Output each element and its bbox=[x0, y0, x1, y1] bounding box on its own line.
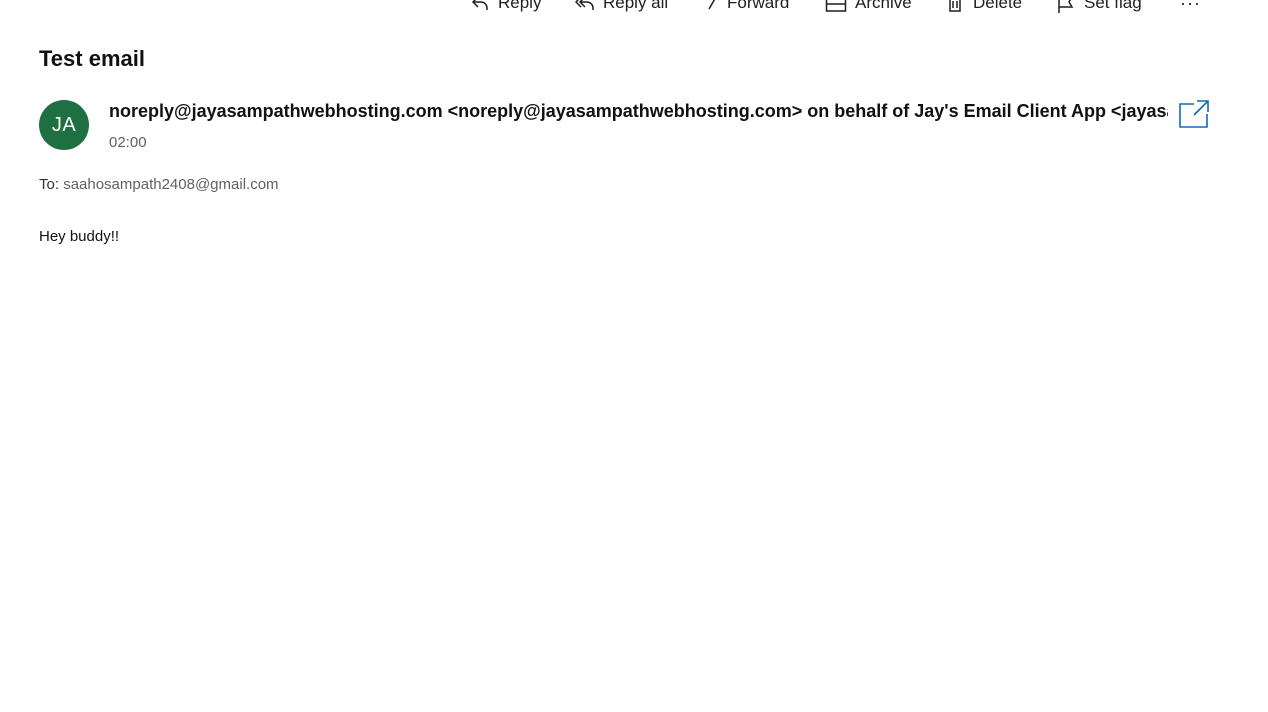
message-toolbar: Reply Reply all Forward Archive Delete S… bbox=[0, 0, 1268, 15]
more-actions-button[interactable]: ··· bbox=[1180, 0, 1201, 15]
delete-label: Delete bbox=[973, 0, 1023, 12]
to-label: To: bbox=[39, 176, 60, 193]
forward-button[interactable]: Forward bbox=[705, 0, 789, 15]
sender-avatar: JA bbox=[39, 100, 89, 150]
reply-all-icon bbox=[575, 0, 595, 13]
set-flag-label: Set flag bbox=[1084, 0, 1142, 12]
delete-button[interactable]: Delete bbox=[945, 0, 1022, 15]
reply-icon bbox=[470, 0, 490, 13]
open-in-new-window-button[interactable] bbox=[1178, 99, 1210, 129]
archive-icon bbox=[825, 0, 847, 13]
reply-label: Reply bbox=[498, 0, 542, 12]
trash-icon bbox=[945, 0, 965, 13]
reply-all-label: Reply all bbox=[603, 0, 669, 12]
reply-button[interactable]: Reply bbox=[470, 0, 541, 15]
avatar-initials: JA bbox=[51, 113, 77, 136]
set-flag-button[interactable]: Set flag bbox=[1056, 0, 1142, 15]
forward-label: Forward bbox=[727, 0, 790, 12]
recipients-line: To: saahosampath2408@gmail.com bbox=[39, 176, 279, 193]
more-icon: ··· bbox=[1180, 0, 1201, 13]
forward-icon bbox=[705, 0, 719, 13]
reply-all-button[interactable]: Reply all bbox=[575, 0, 668, 15]
email-body: Hey buddy!! bbox=[39, 228, 120, 245]
email-subject: Test email bbox=[39, 46, 145, 71]
sender-line[interactable]: noreply@jayasampathwebhosting.com <norep… bbox=[109, 101, 1168, 122]
received-time: 02:00 bbox=[109, 134, 147, 151]
email-reading-pane: Reply Reply all Forward Archive Delete S… bbox=[0, 0, 1268, 712]
archive-label: Archive bbox=[855, 0, 912, 12]
archive-button[interactable]: Archive bbox=[825, 0, 912, 15]
recipient-address[interactable]: saahosampath2408@gmail.com bbox=[63, 176, 278, 193]
flag-icon bbox=[1056, 0, 1076, 13]
popout-icon bbox=[1178, 100, 1210, 133]
